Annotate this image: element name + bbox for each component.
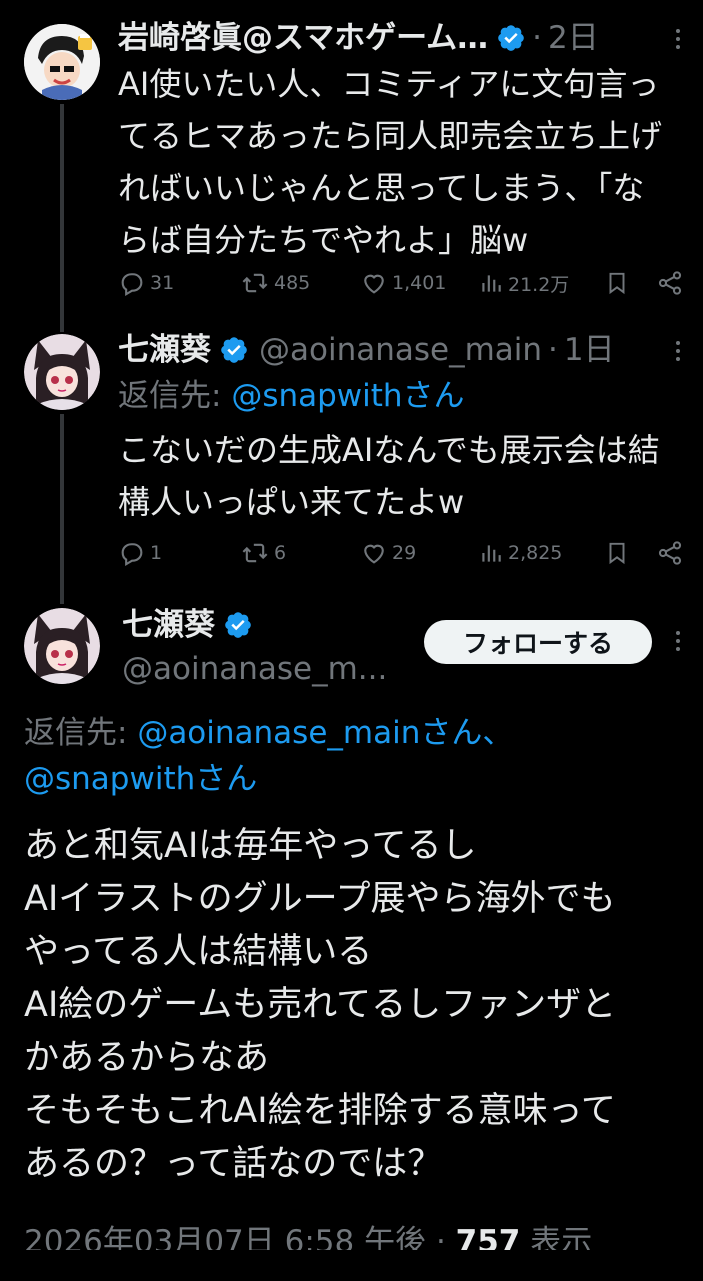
reply-to-prefix: 返信先: bbox=[118, 378, 232, 414]
share-icon bbox=[658, 541, 682, 565]
like-button[interactable]: 29 bbox=[360, 539, 478, 567]
tweet-actions: 31 485 1,401 21.2万 bbox=[118, 266, 687, 300]
retweet-icon bbox=[242, 543, 268, 563]
thread-line bbox=[60, 104, 64, 332]
avatar[interactable] bbox=[24, 608, 100, 684]
reply-icon bbox=[121, 543, 143, 567]
retweet-count: 485 bbox=[274, 272, 311, 294]
more-icon[interactable] bbox=[667, 24, 689, 54]
views-button[interactable]: 21.2万 bbox=[478, 269, 604, 297]
bottom-cutoff bbox=[0, 1250, 703, 1281]
bookmark-icon bbox=[609, 272, 625, 295]
tweet-time[interactable]: 1日 bbox=[564, 330, 615, 370]
tweet-text: こないだの生成AIなんでも展示会は結 構人いっぱい来てたよw bbox=[118, 431, 660, 521]
bookmark-button[interactable] bbox=[604, 539, 656, 567]
separator-dot: · bbox=[532, 20, 542, 56]
tweet-actions: 1 6 29 2,825 bbox=[118, 536, 687, 570]
avatar[interactable] bbox=[24, 24, 100, 100]
verified-icon bbox=[221, 337, 247, 363]
thread-line bbox=[60, 414, 64, 604]
share-icon bbox=[658, 271, 682, 295]
views-icon bbox=[482, 275, 501, 292]
follow-button[interactable]: フォローする bbox=[424, 620, 652, 664]
like-button[interactable]: 1,401 bbox=[360, 269, 478, 297]
retweet-button[interactable]: 6 bbox=[240, 539, 360, 567]
view-count: 2,825 bbox=[508, 542, 563, 564]
author-handle[interactable]: @aoinanase_m... bbox=[122, 648, 387, 690]
avatar[interactable] bbox=[24, 334, 100, 410]
tweet-header: 七瀬葵 @aoinanase_main · 1日 bbox=[118, 330, 658, 370]
retweet-button[interactable]: 485 bbox=[240, 269, 360, 297]
reply-count: 1 bbox=[150, 542, 163, 564]
retweet-icon bbox=[242, 273, 268, 293]
tweet-header: 岩崎啓眞@スマホゲーム… · 2日 bbox=[118, 18, 658, 58]
reply-count: 31 bbox=[150, 272, 175, 294]
author-name[interactable]: 岩崎啓眞@スマホゲーム… bbox=[118, 18, 488, 58]
share-button[interactable] bbox=[656, 539, 684, 567]
author-name[interactable]: 七瀬葵 bbox=[122, 604, 215, 646]
reply-to-prefix: 返信先: bbox=[24, 715, 138, 751]
tweet-text: AI使いたい人、コミティアに文句言っ てるヒマあったら同人即売会立ち上げ ればい… bbox=[118, 65, 663, 259]
bookmark-icon bbox=[609, 542, 625, 565]
reply-icon bbox=[121, 273, 143, 297]
mention-link[interactable]: @snapwithさん bbox=[24, 761, 257, 797]
share-button[interactable] bbox=[656, 269, 684, 297]
reply-to: 返信先: @snapwithさん bbox=[118, 374, 465, 418]
main-author-name-row: 七瀬葵 bbox=[122, 604, 253, 646]
more-icon[interactable] bbox=[667, 336, 689, 366]
reply-button[interactable]: 1 bbox=[118, 539, 240, 567]
views-button[interactable]: 2,825 bbox=[478, 539, 604, 567]
like-icon bbox=[364, 544, 384, 564]
retweet-count: 6 bbox=[274, 542, 287, 564]
verified-icon bbox=[498, 25, 524, 51]
views-icon bbox=[482, 545, 501, 562]
tweet-time[interactable]: 2日 bbox=[548, 18, 599, 58]
view-count: 21.2万 bbox=[508, 273, 570, 296]
like-count: 1,401 bbox=[392, 272, 447, 294]
mention-link[interactable]: @snapwithさん bbox=[231, 378, 464, 414]
main-tweet-text: あと和気AIは毎年やってるし AIイラストのグループ展やら海外でも やってる人は… bbox=[24, 826, 617, 1184]
author-handle[interactable]: @aoinanase_main bbox=[259, 330, 542, 370]
reply-to: 返信先: @aoinanase_mainさん、 @snapwithさん bbox=[24, 710, 684, 802]
like-icon bbox=[364, 274, 384, 294]
reply-button[interactable]: 31 bbox=[118, 269, 240, 297]
mention-link[interactable]: @aoinanase_mainさん、 bbox=[137, 715, 513, 751]
bookmark-button[interactable] bbox=[604, 269, 656, 297]
author-name[interactable]: 七瀬葵 bbox=[118, 330, 211, 370]
like-count: 29 bbox=[392, 542, 417, 564]
more-icon[interactable] bbox=[667, 626, 689, 656]
verified-icon bbox=[225, 612, 251, 638]
separator-dot: · bbox=[548, 332, 558, 368]
